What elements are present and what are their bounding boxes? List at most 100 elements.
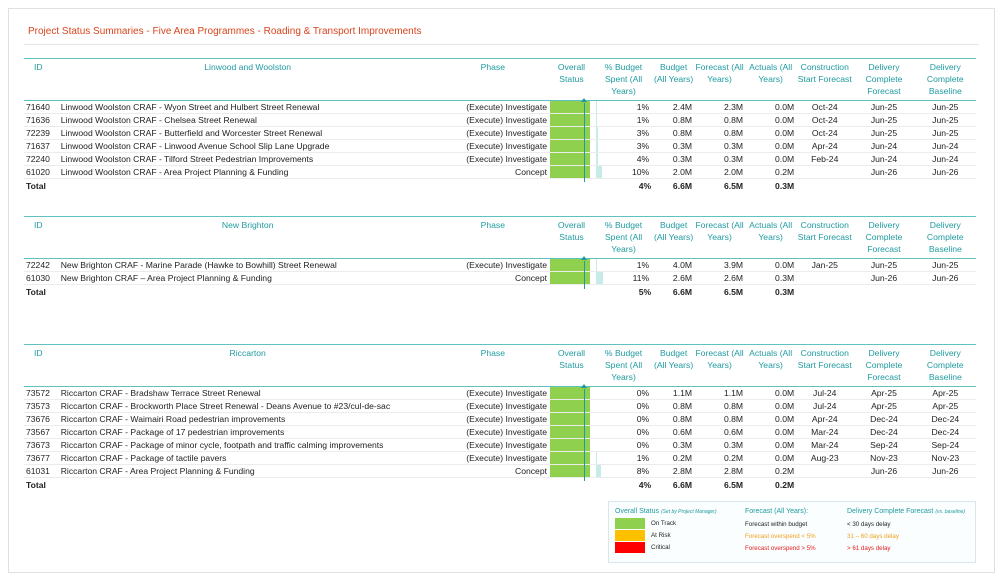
- col-header-forecast[interactable]: Forecast (All Years): [694, 216, 746, 259]
- col-header-id[interactable]: ID: [24, 216, 59, 259]
- delivery-forecast: Dec-24: [853, 425, 915, 439]
- col-header-actuals[interactable]: Actuals (All Years): [745, 344, 797, 387]
- delivery-forecast: Jun-25: [853, 258, 915, 272]
- table-row[interactable]: 73567 Riccarton CRAF - Package of 17 pede…: [24, 425, 976, 439]
- col-header-delivery-forecast[interactable]: Delivery Complete Forecast: [853, 58, 915, 101]
- total-spacer: [796, 477, 854, 491]
- legend-forecast-within: Forecast within budget: [745, 521, 808, 528]
- delivery-baseline: Nov-23: [914, 451, 976, 465]
- col-header-budget[interactable]: Budget (All Years): [653, 216, 695, 259]
- actuals-value: 0.0M: [745, 438, 797, 452]
- col-header-phase[interactable]: Phase: [436, 344, 550, 387]
- header-row: ID New Brighton Phase Overall Status% Budge…: [24, 216, 976, 259]
- col-header-delivery-forecast[interactable]: Delivery Complete Forecast: [853, 344, 915, 387]
- table-row[interactable]: 72239 Linwood Woolston CRAF - Butterfield…: [24, 126, 976, 140]
- budget-spent-bar: [595, 127, 598, 139]
- header-row: ID Linwood and Woolston Phase Overall Statu…: [24, 58, 976, 101]
- project-name: Riccarton CRAF - Package of tactile pave…: [58, 451, 437, 465]
- table-row[interactable]: 71640 Linwood Woolston CRAF - Wyon Street…: [24, 100, 976, 114]
- section-name[interactable]: New Brighton: [58, 216, 437, 259]
- actuals-value: 0.0M: [745, 399, 797, 413]
- table-row[interactable]: 73676 Riccarton CRAF - Waimairi Road pede…: [24, 412, 976, 426]
- budget-spent-cell: 3%: [593, 126, 654, 140]
- forecast-value: 0.3M: [694, 438, 746, 452]
- col-header-forecast[interactable]: Forecast (All Years): [694, 58, 746, 101]
- table-row[interactable]: 73572 Riccarton CRAF - Bradshaw Terrace S…: [24, 386, 976, 400]
- col-header-phase[interactable]: Phase: [436, 58, 550, 101]
- project-id: 73572: [24, 386, 59, 400]
- project-name: Linwood Woolston CRAF - Butterfield and …: [58, 126, 437, 140]
- actuals-value: 0.0M: [745, 139, 797, 153]
- table-row[interactable]: 73677 Riccarton CRAF - Package of tactile…: [24, 451, 976, 465]
- col-header-delivery-forecast[interactable]: Delivery Complete Forecast: [853, 216, 915, 259]
- table-row[interactable]: 71637 Linwood Woolston CRAF - Linwood Ave…: [24, 139, 976, 153]
- col-header-budget-spent[interactable]: % Budget Spent (All Years): [593, 344, 654, 387]
- budget-spent-cell: 1%: [593, 258, 654, 272]
- col-header-status[interactable]: Overall Status: [549, 344, 594, 387]
- budget-spent-value: 11%: [632, 273, 650, 283]
- total-spacer: [796, 284, 854, 298]
- budget-axis-line: [584, 261, 585, 289]
- col-header-id[interactable]: ID: [24, 344, 59, 387]
- legend-label-at-risk: At Risk: [651, 532, 671, 539]
- delivery-baseline: Jun-26: [914, 271, 976, 285]
- table-row[interactable]: 73573 Riccarton CRAF - Brockworth Place S…: [24, 399, 976, 413]
- construction-start: Jul-24: [796, 386, 854, 400]
- col-header-construction-start[interactable]: Construction Start Forecast: [796, 58, 854, 101]
- table-row[interactable]: 72242 New Brighton CRAF - Marine Parade (…: [24, 258, 976, 272]
- budget-spent-bar: [595, 259, 597, 271]
- budget-spent-cell: 3%: [593, 139, 654, 153]
- delivery-baseline: Jun-25: [914, 126, 976, 140]
- legend-label-on-track: On Track: [651, 520, 677, 527]
- col-header-actuals[interactable]: Actuals (All Years): [745, 216, 797, 259]
- col-header-construction-start[interactable]: Construction Start Forecast: [796, 344, 854, 387]
- total-budget-spent: 4%: [593, 477, 654, 491]
- budget-spent-cell: 0%: [593, 386, 654, 400]
- col-header-delivery-baseline[interactable]: Delivery Complete Baseline: [914, 344, 976, 387]
- total-actuals: 0.3M: [745, 178, 797, 192]
- table-row[interactable]: 72240 Linwood Woolston CRAF - Tilford Str…: [24, 152, 976, 166]
- col-header-status[interactable]: Overall Status: [549, 58, 594, 101]
- budget-spent-bar: [595, 465, 601, 477]
- delivery-baseline: Jun-25: [914, 113, 976, 127]
- col-header-delivery-baseline[interactable]: Delivery Complete Baseline: [914, 58, 976, 101]
- actuals-value: 0.0M: [745, 412, 797, 426]
- delivery-forecast: Dec-24: [853, 412, 915, 426]
- delivery-forecast: Jun-26: [853, 165, 915, 179]
- construction-start: [796, 464, 854, 478]
- col-header-construction-start[interactable]: Construction Start Forecast: [796, 216, 854, 259]
- project-phase: (Execute) Investigate: [436, 126, 550, 140]
- section-name[interactable]: Riccarton: [58, 344, 437, 387]
- delivery-forecast: Sep-24: [853, 438, 915, 452]
- total-spacer: [58, 477, 437, 491]
- delivery-baseline: Jun-25: [914, 258, 976, 272]
- budget-spent-cell: 0%: [593, 438, 654, 452]
- table-row[interactable]: 61031 Riccarton CRAF - Area Project Plann…: [24, 464, 976, 478]
- budget-spent-bar: [595, 166, 602, 178]
- budget-value: 0.8M: [653, 412, 695, 426]
- col-header-actuals[interactable]: Actuals (All Years): [745, 58, 797, 101]
- col-header-status[interactable]: Overall Status: [549, 216, 594, 259]
- table-row[interactable]: 61020 Linwood Woolston CRAF - Area Projec…: [24, 165, 976, 179]
- construction-start: Oct-24: [796, 126, 854, 140]
- section-table: ID Linwood and Woolston Phase Overall Statu…: [24, 58, 976, 192]
- col-header-delivery-baseline[interactable]: Delivery Complete Baseline: [914, 216, 976, 259]
- table-row[interactable]: 71636 Linwood Woolston CRAF - Chelsea Str…: [24, 113, 976, 127]
- delivery-forecast: Jun-25: [853, 126, 915, 140]
- col-header-id[interactable]: ID: [24, 58, 59, 101]
- budget-value: 0.2M: [653, 451, 695, 465]
- forecast-value: 0.8M: [694, 412, 746, 426]
- section-name[interactable]: Linwood and Woolston: [58, 58, 437, 101]
- col-header-budget[interactable]: Budget (All Years): [653, 344, 695, 387]
- table-row[interactable]: 61030 New Brighton CRAF – Area Project Pl…: [24, 271, 976, 285]
- actuals-value: 0.0M: [745, 126, 797, 140]
- header-row: ID Riccarton Phase Overall Status% Budget S…: [24, 344, 976, 387]
- delivery-baseline: Jun-24: [914, 139, 976, 153]
- budget-value: 2.6M: [653, 271, 695, 285]
- table-row[interactable]: 73673 Riccarton CRAF - Package of minor c…: [24, 438, 976, 452]
- col-header-budget[interactable]: Budget (All Years): [653, 58, 695, 101]
- col-header-budget-spent[interactable]: % Budget Spent (All Years): [593, 216, 654, 259]
- col-header-forecast[interactable]: Forecast (All Years): [694, 344, 746, 387]
- col-header-budget-spent[interactable]: % Budget Spent (All Years): [593, 58, 654, 101]
- col-header-phase[interactable]: Phase: [436, 216, 550, 259]
